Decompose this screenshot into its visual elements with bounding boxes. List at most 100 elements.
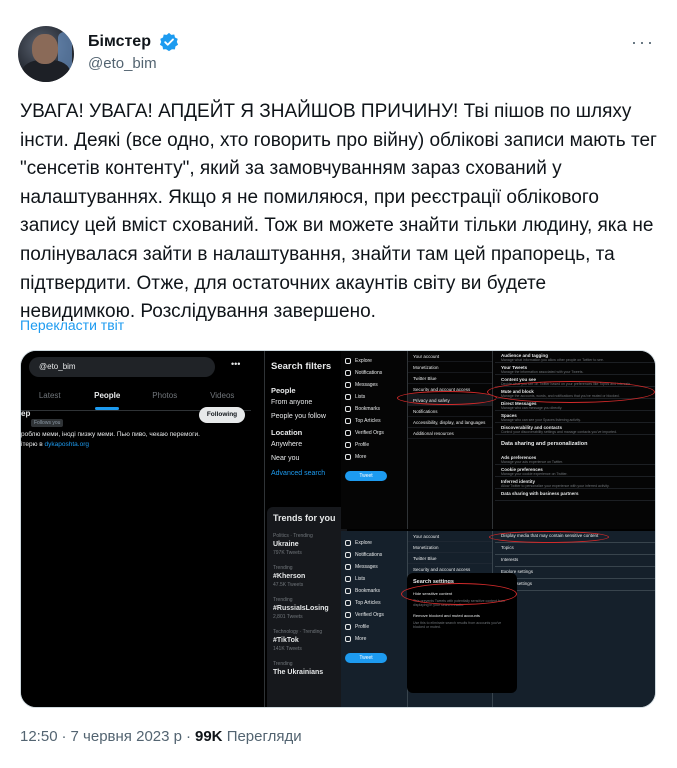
- nav-item: Notifications: [345, 367, 401, 379]
- more-options-icon: •••: [231, 359, 241, 369]
- settings-menu-item: Twitter Blue: [408, 553, 492, 564]
- nav-item: Lists: [345, 573, 401, 585]
- remove-blocked-desc: Use this to eliminate search results fro…: [413, 621, 502, 629]
- bio-link: dykaposhta.org: [44, 441, 89, 448]
- tweet-time[interactable]: 12:50: [20, 728, 58, 745]
- setting-row: Audience and tagging Manage what informat…: [495, 351, 655, 363]
- people-filter-header: People: [271, 386, 296, 395]
- tab-people: People: [79, 381, 137, 410]
- tweet-media-grid[interactable]: @eto_bim ••• Latest People Photos Videos…: [20, 350, 656, 708]
- setting-row: Cookie preferences Manage your cookie exp…: [495, 465, 655, 477]
- nav-item: Verified Orgs: [345, 427, 401, 439]
- nav-item: Profile: [345, 439, 401, 451]
- trend-item: Trending #Kherson 47.5K Tweets: [273, 565, 341, 588]
- setting-row: Search settings: [495, 579, 655, 591]
- filter-option: Near you: [271, 455, 300, 462]
- trend-count: 797K Tweets: [273, 550, 302, 556]
- nav-item: Notifications: [345, 549, 401, 561]
- tweet-date[interactable]: 7 червня 2023 р: [71, 728, 182, 745]
- trend-count: 47.5K Tweets: [273, 582, 304, 588]
- trend-item: Technology · Trending #TikTok 141K Tweet…: [273, 629, 341, 652]
- more-options-icon[interactable]: ···: [631, 32, 655, 53]
- nav-item: Explore: [345, 355, 401, 367]
- tweet-button: Tweet: [345, 471, 387, 481]
- nav-item: Explore: [345, 537, 401, 549]
- settings-detail: Audience and tagging Manage what informat…: [495, 351, 655, 529]
- trend-item: Trending #RussiaIsLosing 2,801 Tweets: [273, 597, 341, 620]
- verified-badge-icon: [160, 32, 179, 52]
- media-image-privacy-settings[interactable]: Explore Notifications Messages Lists Boo…: [341, 351, 655, 529]
- follows-you-badge: Follows you: [31, 419, 64, 427]
- trend-count: 141K Tweets: [273, 646, 302, 652]
- setting-row: Topics: [495, 543, 655, 555]
- settings-menu-item: Your account: [408, 531, 492, 542]
- highlight-ring: [489, 531, 609, 543]
- settings-menu-item: Accessibility, display, and languages: [408, 417, 492, 428]
- settings-menu-item: Twitter Blue: [408, 373, 492, 384]
- author-name[interactable]: Бімстер: [88, 33, 151, 51]
- trend-name: The Ukrainians: [273, 669, 324, 676]
- setting-row: Data sharing with business partners: [495, 489, 655, 501]
- views-label: Перегляди: [226, 728, 302, 745]
- filter-option: From anyone: [271, 399, 313, 406]
- bio-prefix: ітерю в: [21, 441, 45, 448]
- trend-name: #RussiaIsLosing: [273, 605, 329, 612]
- trend-item: Politics · Trending Ukraine 797K Tweets: [273, 533, 341, 556]
- media-image-search-settings[interactable]: Explore Notifications Messages Lists Boo…: [341, 531, 655, 707]
- trend-category: Trending: [273, 597, 293, 603]
- trend-category: Trending: [273, 565, 293, 571]
- trend-name: Ukraine: [273, 541, 299, 548]
- author-avatar[interactable]: [18, 26, 74, 82]
- author-handle[interactable]: @eto_bim: [88, 55, 179, 72]
- nav-item: Profile: [345, 621, 401, 633]
- nav-item: Top Articles: [345, 415, 401, 427]
- side-nav: Explore Notifications Messages Lists Boo…: [345, 355, 401, 481]
- highlight-ring: [397, 391, 497, 405]
- trend-category: Trending: [273, 661, 293, 667]
- search-filters-title: Search filters: [271, 361, 332, 372]
- highlight-ring: [487, 381, 655, 403]
- nav-item: Messages: [345, 561, 401, 573]
- filter-option: Anywhere: [271, 441, 303, 448]
- profile-bio-link: ітерю в dykaposhta.org: [21, 441, 89, 448]
- nav-item: More: [345, 633, 401, 645]
- tab-videos: Videos: [210, 391, 235, 400]
- trend-name: #Kherson: [273, 573, 306, 580]
- nav-item: Messages: [345, 379, 401, 391]
- tweet-button: Tweet: [345, 653, 387, 663]
- nav-item: Top Articles: [345, 597, 401, 609]
- search-filters-panel: Search filters People From anyone People…: [271, 361, 341, 477]
- trend-name: #TikTok: [273, 637, 299, 644]
- nav-item: More: [345, 451, 401, 463]
- setting-row: Your Tweets Manage the information associ…: [495, 363, 655, 375]
- filter-option: People you follow: [271, 413, 326, 420]
- tab-latest: Latest: [38, 391, 61, 400]
- setting-row: Discoverability and contacts Control your…: [495, 423, 655, 435]
- setting-row: Inferred identity Allow Twitter to person…: [495, 477, 655, 489]
- settings-menu-item: Your account: [408, 351, 492, 362]
- settings-menu-item: Additional resources: [408, 428, 492, 439]
- profile-name: ер: [21, 409, 31, 418]
- tweet-text: УВАГА! УВАГА! АПДЕЙТ Я ЗНАЙШОВ ПРИЧИНУ! …: [20, 101, 657, 323]
- setting-row: Spaces Manage who can see your Spaces lis…: [495, 411, 655, 423]
- tab-photos: Photos: [152, 391, 178, 400]
- search-input: @eto_bim: [29, 357, 215, 377]
- remove-blocked-label: Remove blocked and muted accounts: [413, 613, 480, 618]
- media-image-search[interactable]: @eto_bim ••• Latest People Photos Videos…: [21, 351, 347, 707]
- nav-item: Verified Orgs: [345, 609, 401, 621]
- settings-menu-item: Monetization: [408, 542, 492, 553]
- separator: ·: [61, 728, 67, 745]
- avatar-face: [32, 34, 58, 64]
- settings-menu-item: Monetization: [408, 362, 492, 373]
- column-divider: [264, 351, 265, 707]
- translate-tweet-link[interactable]: Перекласти твіт: [20, 317, 124, 333]
- views-count[interactable]: 99K: [195, 728, 223, 745]
- tweet-footer: 12:50 · 7 червня 2023 р · 99K Перегляди: [20, 728, 302, 745]
- setting-row: Ads preferences Manage your ads experienc…: [495, 453, 655, 465]
- trend-item: Trending The Ukrainians: [273, 661, 341, 676]
- side-nav: Explore Notifications Messages Lists Boo…: [345, 537, 401, 663]
- nav-item: Bookmarks: [345, 403, 401, 415]
- nav-item: Lists: [345, 391, 401, 403]
- section-header: Data sharing and personalization: [501, 441, 588, 447]
- location-filter-header: Location: [271, 428, 303, 437]
